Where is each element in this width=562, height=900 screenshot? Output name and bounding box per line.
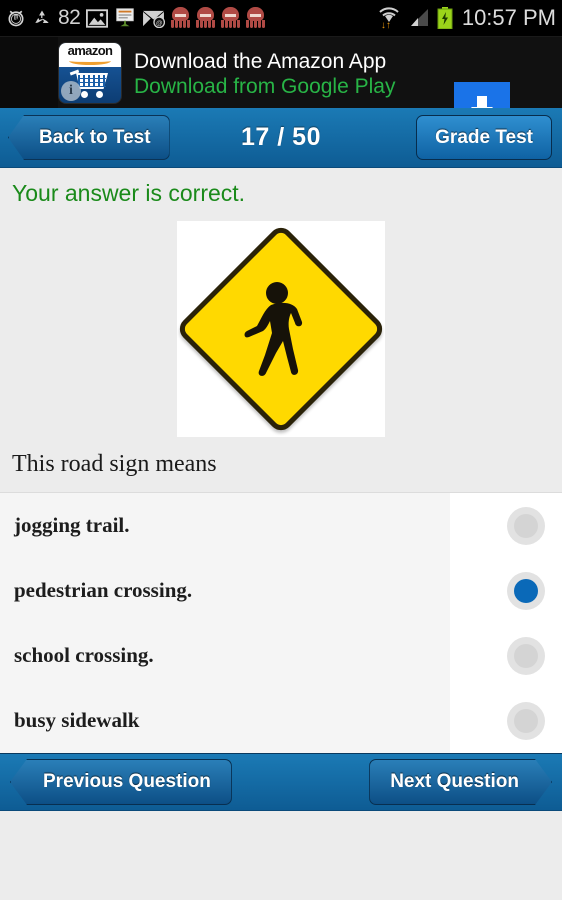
battery-charging-icon [437, 7, 453, 29]
answer-option-label: busy sidewalk [14, 708, 140, 732]
answer-feedback-text: Your answer is correct. [12, 180, 246, 206]
answer-radio-button-selected[interactable] [507, 571, 545, 610]
pedestrian-figure-icon [244, 282, 303, 376]
answer-option-row[interactable]: busy sidewalk [0, 688, 562, 753]
sign-image-card [174, 221, 388, 437]
alarm-clock-icon [6, 8, 26, 28]
recycle-icon [32, 8, 52, 28]
question-text: This road sign means [12, 451, 217, 477]
gallery-icon [86, 8, 109, 28]
app-screen: 82 @ ↓↑ 10:57 PM amazon i Download the A… [0, 0, 562, 900]
wifi-icon: ↓↑ [377, 7, 401, 31]
answer-options-list: jogging trail. pedestrian crossing. scho… [0, 492, 562, 753]
amazon-smile-icon [69, 57, 111, 65]
sign-image-container [0, 213, 562, 441]
battery-percent-text: 82 [58, 6, 81, 29]
answer-option-label: school crossing. [14, 643, 154, 667]
android-status-bar: 82 @ ↓↑ 10:57 PM [0, 0, 562, 36]
wifi-transfer-arrows-icon: ↓↑ [380, 20, 391, 31]
bottom-filler [0, 811, 562, 876]
svg-text:@: @ [156, 20, 163, 27]
answer-option-row[interactable]: pedestrian crossing. [0, 558, 562, 623]
answer-option-row[interactable]: jogging trail. [0, 493, 562, 558]
octopus-icon [246, 7, 266, 29]
ad-text-block: Download the Amazon App Download from Go… [134, 49, 395, 99]
cell-signal-icon [408, 8, 430, 28]
octopus-icon [221, 7, 241, 29]
amazon-ad-banner[interactable]: amazon i Download the Amazon App Downloa… [0, 36, 562, 134]
answer-option-label: pedestrian crossing. [14, 578, 193, 602]
question-content: Your answer is correct. This road sign m… [0, 168, 562, 492]
answer-radio-button[interactable] [507, 701, 545, 740]
answer-radio-button[interactable] [507, 636, 545, 675]
octopus-icon [196, 7, 216, 29]
info-icon[interactable]: i [61, 81, 81, 101]
grade-test-button[interactable]: Grade Test [416, 115, 552, 160]
next-question-label: Next Question [390, 771, 519, 792]
test-header-bar: Back to Test 17 / 50 Grade Test [0, 108, 562, 168]
next-question-button[interactable]: Next Question [369, 759, 552, 805]
mail-at-icon: @ [142, 9, 166, 28]
ad-subline: Download from Google Play [134, 75, 396, 98]
presentation-icon [114, 7, 136, 29]
previous-question-label: Previous Question [43, 771, 211, 792]
pedestrian-crossing-sign [174, 222, 388, 436]
amazon-app-icon: amazon i [58, 42, 122, 104]
octopus-icon [171, 7, 191, 29]
clock-text: 10:57 PM [461, 5, 556, 30]
answer-option-row[interactable]: school crossing. [0, 623, 562, 688]
previous-question-button[interactable]: Previous Question [10, 759, 232, 805]
question-nav-bar: Previous Question Next Question [0, 753, 562, 811]
answer-radio-button[interactable] [507, 506, 545, 545]
grade-test-label: Grade Test [435, 126, 533, 148]
amazon-wordmark: amazon [67, 43, 113, 58]
answer-option-label: jogging trail. [14, 513, 130, 537]
ad-headline: Download the Amazon App [134, 50, 387, 73]
